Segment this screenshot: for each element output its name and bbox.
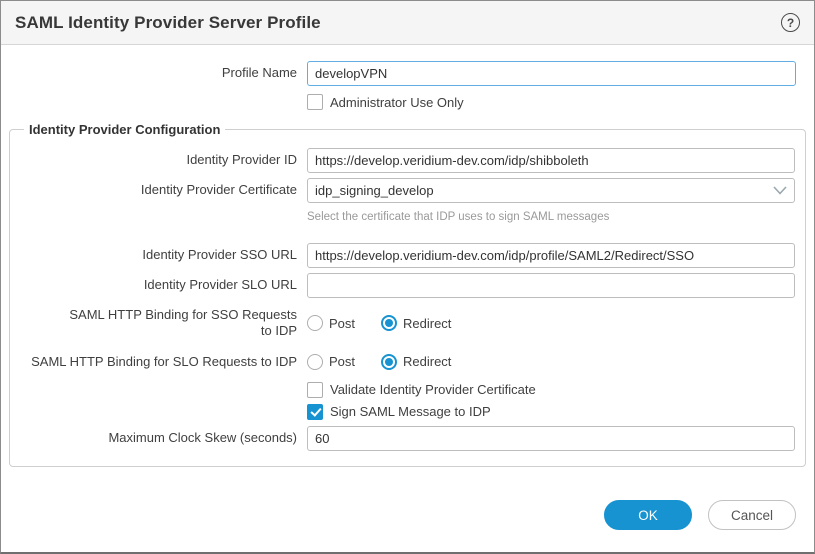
admin-only-row: Administrator Use Only [11, 94, 796, 110]
sso-binding-redirect-option[interactable]: Redirect [381, 315, 451, 331]
clock-skew-label: Maximum Clock Skew (seconds) [20, 430, 299, 446]
idp-certificate-hint: Select the certificate that IDP uses to … [307, 211, 795, 223]
sso-binding-redirect-radio[interactable] [381, 315, 397, 331]
validate-cert-label: Validate Identity Provider Certificate [330, 382, 536, 397]
idp-certificate-row: Identity Provider Certificate idp_signin… [20, 178, 795, 203]
profile-name-row: Profile Name [11, 61, 796, 86]
slo-url-label: Identity Provider SLO URL [20, 277, 299, 293]
saml-idp-profile-dialog: SAML Identity Provider Server Profile ? … [0, 0, 815, 554]
slo-binding-post-option[interactable]: Post [307, 354, 355, 370]
idp-certificate-value: idp_signing_develop [315, 183, 434, 198]
idp-configuration-group: Identity Provider Configuration Identity… [9, 122, 806, 467]
idp-id-label: Identity Provider ID [20, 152, 299, 168]
slo-url-row: Identity Provider SLO URL [20, 273, 795, 298]
idp-certificate-hint-row: Select the certificate that IDP uses to … [20, 208, 795, 223]
dialog-titlebar: SAML Identity Provider Server Profile ? [1, 1, 814, 45]
dialog-title: SAML Identity Provider Server Profile [15, 13, 321, 33]
slo-binding-post-radio[interactable] [307, 354, 323, 370]
validate-cert-row: Validate Identity Provider Certificate [20, 382, 795, 398]
idp-id-row: Identity Provider ID [20, 148, 795, 173]
idp-certificate-label: Identity Provider Certificate [20, 182, 299, 198]
idp-configuration-legend: Identity Provider Configuration [24, 122, 225, 137]
idp-certificate-select[interactable]: idp_signing_develop [307, 178, 795, 203]
sign-saml-row: Sign SAML Message to IDP [20, 404, 795, 420]
sign-saml-checkbox-row[interactable]: Sign SAML Message to IDP [307, 404, 795, 420]
profile-name-input[interactable] [307, 61, 796, 86]
sign-saml-checkbox[interactable] [307, 404, 323, 420]
chevron-down-icon [773, 186, 787, 195]
ok-button[interactable]: OK [604, 500, 692, 530]
validate-cert-checkbox[interactable] [307, 382, 323, 398]
admin-only-checkbox[interactable] [307, 94, 323, 110]
slo-binding-label: SAML HTTP Binding for SLO Requests to ID… [20, 354, 299, 370]
profile-name-label: Profile Name [11, 65, 299, 81]
slo-binding-redirect-option[interactable]: Redirect [381, 354, 451, 370]
idp-id-input[interactable] [307, 148, 795, 173]
admin-only-label: Administrator Use Only [330, 95, 464, 110]
sign-saml-label: Sign SAML Message to IDP [330, 404, 491, 419]
slo-binding-redirect-radio[interactable] [381, 354, 397, 370]
cancel-button[interactable]: Cancel [708, 500, 796, 530]
sso-url-input[interactable] [307, 243, 795, 268]
clock-skew-input[interactable] [307, 426, 795, 451]
slo-url-input[interactable] [307, 273, 795, 298]
sso-url-row: Identity Provider SSO URL [20, 243, 795, 268]
validate-cert-checkbox-row[interactable]: Validate Identity Provider Certificate [307, 382, 795, 398]
sso-binding-post-radio[interactable] [307, 315, 323, 331]
dialog-body: Profile Name Administrator Use Only Iden… [1, 45, 814, 552]
slo-binding-row: SAML HTTP Binding for SLO Requests to ID… [20, 354, 795, 370]
sso-binding-radio-group: Post Redirect [307, 315, 795, 331]
dialog-footer: OK Cancel [1, 500, 814, 552]
slo-binding-radio-group: Post Redirect [307, 354, 795, 370]
sso-binding-row: SAML HTTP Binding for SSO Requests to ID… [20, 307, 795, 340]
sso-url-label: Identity Provider SSO URL [20, 247, 299, 263]
sso-binding-label: SAML HTTP Binding for SSO Requests to ID… [65, 307, 297, 340]
sso-binding-post-option[interactable]: Post [307, 315, 355, 331]
clock-skew-row: Maximum Clock Skew (seconds) [20, 426, 795, 451]
admin-only-checkbox-row[interactable]: Administrator Use Only [307, 94, 796, 110]
help-icon[interactable]: ? [781, 13, 800, 32]
